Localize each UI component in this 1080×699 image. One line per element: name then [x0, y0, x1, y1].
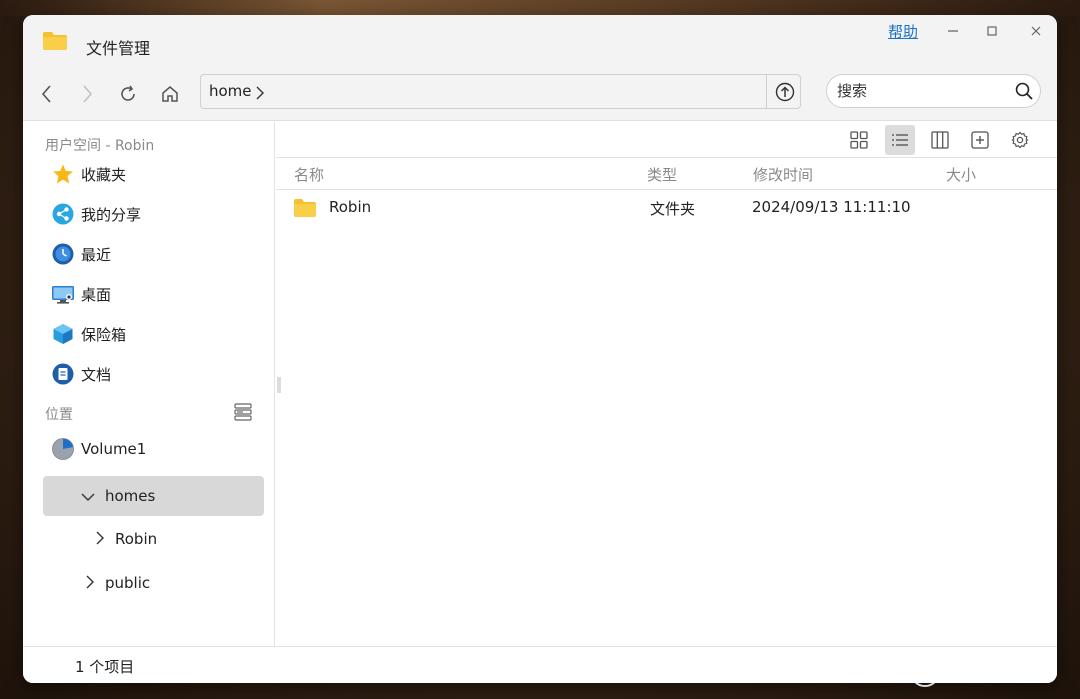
navigation-toolbar: home — [23, 73, 1057, 121]
desktop-icon — [51, 282, 75, 306]
maximize-button[interactable] — [980, 19, 1004, 43]
sidebar-item-documents[interactable]: 文档 — [51, 359, 111, 389]
close-button[interactable] — [1024, 19, 1048, 43]
chevron-right-icon[interactable] — [85, 574, 95, 593]
title-bar: 文件管理 帮助 — [23, 15, 1057, 73]
clock-icon — [51, 242, 75, 266]
column-header-type[interactable]: 类型 — [647, 164, 677, 185]
sidebar-item-recent[interactable]: 最近 — [51, 239, 111, 269]
sidebar-item-vault[interactable]: 保险箱 — [51, 319, 126, 349]
refresh-button[interactable] — [113, 79, 143, 109]
column-header-modified[interactable]: 修改时间 — [753, 164, 813, 185]
new-folder-icon[interactable] — [965, 125, 995, 155]
column-header-name[interactable]: 名称 — [294, 164, 324, 185]
help-link[interactable]: 帮助 — [888, 21, 918, 42]
document-icon — [51, 362, 75, 386]
volume-icon — [51, 437, 75, 461]
watermark-logo: 值 — [910, 657, 940, 687]
status-bar: 1 个项目 — [23, 646, 1057, 683]
tree-item-homes[interactable]: homes — [81, 484, 155, 508]
item-count: 1 个项目 — [75, 658, 135, 676]
search-input[interactable] — [837, 80, 1007, 102]
settings-gear-icon[interactable] — [1005, 125, 1035, 155]
chevron-down-icon[interactable] — [81, 487, 95, 506]
chevron-right-icon[interactable] — [95, 530, 105, 549]
star-icon — [51, 162, 75, 186]
user-space-header: 用户空间 - Robin — [45, 138, 155, 154]
file-name: Robin — [329, 198, 372, 216]
sidebar-item-favorites[interactable]: 收藏夹 — [51, 159, 126, 189]
search-box[interactable] — [826, 74, 1041, 108]
folder-icon — [293, 198, 317, 222]
watermark: 值 什么值得买 — [910, 657, 1048, 687]
sidebar-item-volume1[interactable]: Volume1 — [51, 434, 146, 464]
file-type: 文件夹 — [650, 200, 696, 218]
sidebar-resize-handle[interactable] — [277, 377, 281, 393]
storage-manager-icon[interactable] — [234, 403, 252, 425]
home-button[interactable] — [155, 79, 185, 109]
path-bar[interactable]: home — [200, 74, 801, 109]
table-row[interactable]: Robin 文件夹 2024/09/13 11:11:10 — [276, 191, 1057, 225]
minimize-button[interactable] — [941, 19, 965, 43]
upload-button[interactable] — [767, 75, 802, 108]
column-header-size[interactable]: 大小 — [946, 164, 976, 185]
tree-item-public[interactable]: public — [85, 571, 150, 595]
window-title: 文件管理 — [86, 39, 151, 58]
file-manager-window: 文件管理 帮助 home 搜索 用户空间 - Robin 收藏夹 我的分享 最近… — [23, 15, 1057, 683]
tree-item-robin[interactable]: Robin — [95, 527, 157, 551]
grid-view-icon[interactable] — [844, 125, 874, 155]
desktop-background — [0, 0, 1080, 16]
sidebar: 用户空间 - Robin 收藏夹 我的分享 最近 桌面 保险箱 文档 位置 Vo… — [23, 122, 275, 646]
share-icon — [51, 202, 75, 226]
view-toolbar — [276, 122, 1057, 158]
search-icon[interactable] — [1015, 82, 1033, 104]
location-header: 位置 — [45, 407, 73, 423]
sidebar-item-my-shares[interactable]: 我的分享 — [51, 199, 141, 229]
vault-icon — [51, 322, 75, 346]
file-list-header: 名称 类型 修改时间 大小 — [276, 158, 1057, 190]
folder-app-icon — [42, 31, 68, 51]
back-button[interactable] — [32, 79, 62, 109]
list-view-icon[interactable] — [885, 125, 915, 155]
breadcrumb-home[interactable]: home — [209, 82, 252, 100]
sidebar-item-desktop[interactable]: 桌面 — [51, 279, 111, 309]
chevron-right-icon — [256, 85, 264, 104]
forward-button[interactable] — [72, 79, 102, 109]
file-modified: 2024/09/13 11:11:10 — [752, 198, 911, 216]
column-view-icon[interactable] — [925, 125, 955, 155]
watermark-text: 什么值得买 — [948, 661, 1048, 686]
